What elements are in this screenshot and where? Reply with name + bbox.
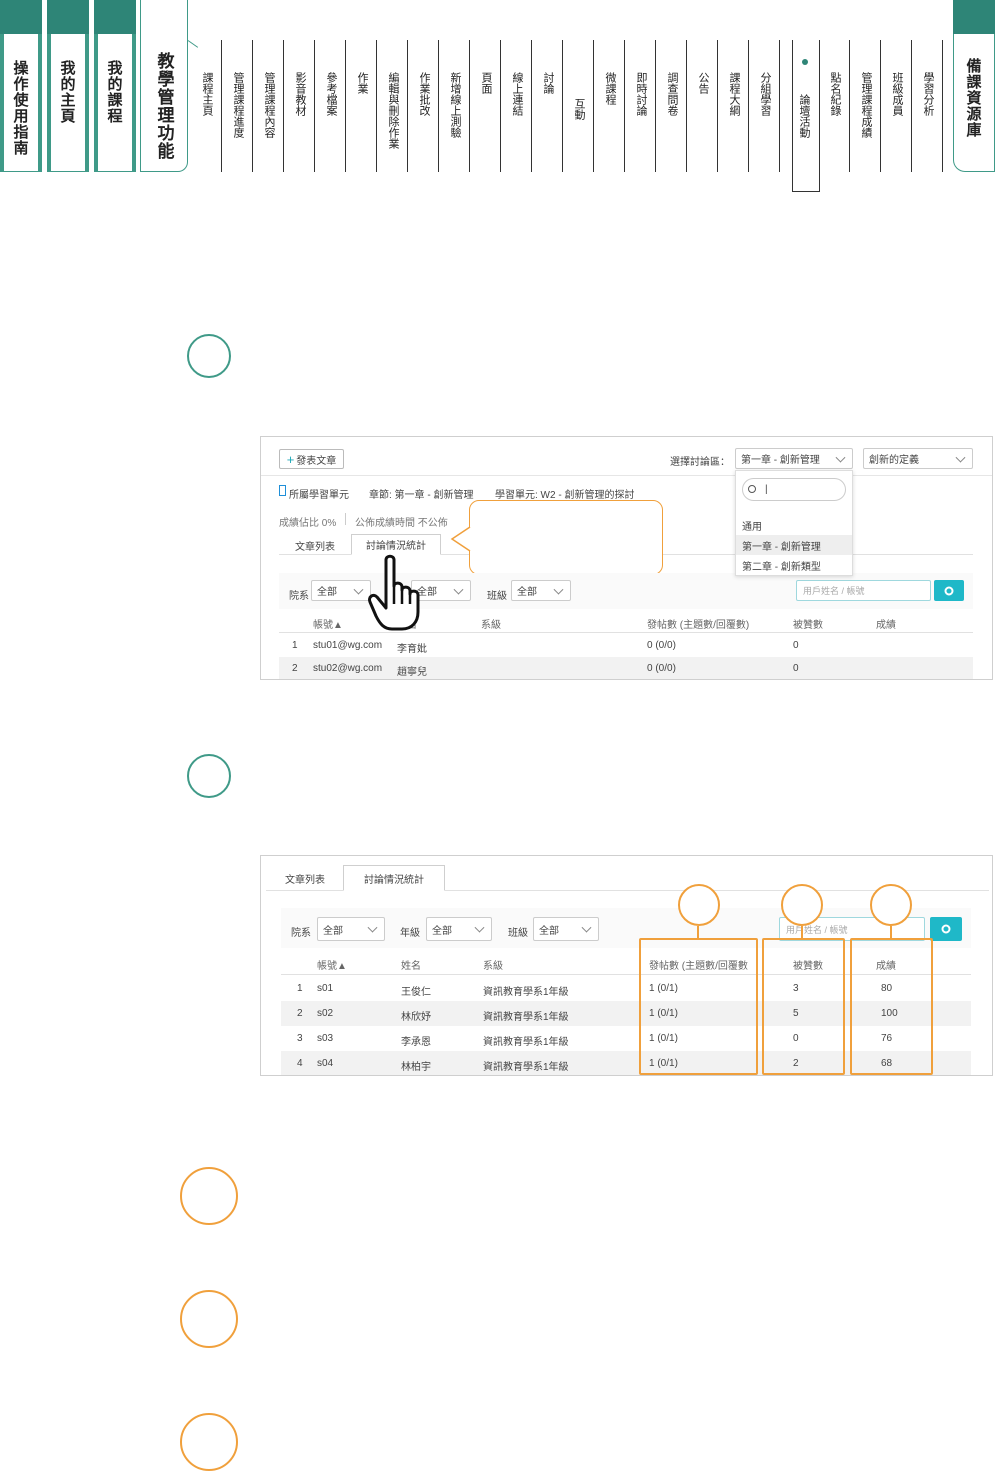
- sub-nav-page[interactable]: 頁面: [477, 40, 501, 172]
- search-button[interactable]: [934, 580, 964, 601]
- callout-ring-posts: [678, 884, 720, 926]
- chevron-down-icon: [835, 452, 846, 463]
- step-marker-3: [180, 1167, 238, 1225]
- chevron-down-icon: [474, 922, 485, 933]
- plus-icon: +: [286, 451, 295, 467]
- nav-tab-label: 備課資源庫: [964, 58, 983, 138]
- sub-nav-course-grades[interactable]: 管理課程成績: [857, 40, 881, 172]
- sub-nav-edit-assignment[interactable]: 編輯與刪除作業: [384, 40, 408, 172]
- nav-tab-label: 教學管理功能: [153, 52, 174, 160]
- sub-nav-micro-course[interactable]: 微課程: [601, 40, 625, 172]
- dept-filter-select[interactable]: 全部: [311, 580, 371, 601]
- step-marker-4: [180, 1290, 238, 1348]
- tab-article-list[interactable]: 文章列表: [271, 868, 339, 888]
- sub-nav-class-members[interactable]: 班級成員: [888, 40, 912, 172]
- step-marker-2: [187, 754, 231, 798]
- chevron-down-icon: [367, 922, 378, 933]
- sub-nav-online-link[interactable]: 線上連結: [508, 40, 532, 172]
- active-dot-icon: [802, 59, 808, 65]
- tab-discussion-stats[interactable]: 討論情況統計: [343, 865, 445, 891]
- sub-nav-video[interactable]: 影音教材: [291, 40, 315, 172]
- class-filter-select[interactable]: 全部: [533, 917, 599, 941]
- grade-filter-select[interactable]: 全部: [426, 917, 492, 941]
- sub-nav-syllabus[interactable]: 課程大綱: [725, 40, 749, 172]
- sub-nav-interaction[interactable]: 互動: [570, 40, 594, 172]
- sub-nav-course-content[interactable]: 管理課程內容: [260, 40, 284, 172]
- search-icon: [748, 485, 756, 493]
- forum-select-label: 選擇討論區：: [670, 457, 730, 468]
- dropdown-option[interactable]: 通用: [736, 515, 852, 535]
- search-button[interactable]: [930, 917, 962, 941]
- dropdown-option[interactable]: 第一章 - 創新管理: [736, 535, 852, 555]
- callout-pointer: [450, 526, 471, 552]
- sub-nav-course-home[interactable]: 課程主頁: [198, 40, 222, 172]
- nav-tab-my-courses[interactable]: 我的課程: [94, 0, 136, 172]
- class-filter-select[interactable]: 全部: [511, 580, 571, 601]
- sub-nav-course-progress[interactable]: 管理課程進度: [229, 40, 253, 172]
- chevron-down-icon: [453, 584, 464, 595]
- grade-ratio: 成績佔比 0%: [279, 518, 337, 529]
- search-icon: [944, 586, 954, 595]
- nav-tab-user-guide[interactable]: 操作使用指南: [0, 0, 42, 172]
- hand-pointer-icon: [368, 554, 420, 631]
- sub-nav-announcement[interactable]: 公告: [694, 40, 718, 172]
- sub-nav-assignment[interactable]: 作業: [353, 40, 377, 172]
- table-row[interactable]: 2 stu02@wg.com 趙寧兒 0 (0/0) 0: [279, 657, 973, 679]
- dept-filter-select[interactable]: 全部: [317, 917, 385, 941]
- callout-ring-likes: [781, 884, 823, 926]
- dropdown-option[interactable]: 第二章 - 創新類型: [736, 555, 852, 575]
- nav-tab-resource-library[interactable]: 備課資源庫: [953, 0, 995, 172]
- sub-nav-group-learning[interactable]: 分組學習: [756, 40, 780, 172]
- divider: [261, 475, 992, 476]
- table-row[interactable]: 1 stu01@wg.com 李育妣 0 (0/0) 0: [279, 634, 973, 657]
- nav-tab-label: 我的主頁: [58, 60, 77, 124]
- publish-time: 公佈成績時間 不公佈: [355, 518, 448, 529]
- user-search-input[interactable]: 用戶姓名 / 帳號: [796, 580, 931, 601]
- book-icon: [279, 485, 286, 496]
- nav-tab-label: 操作使用指南: [11, 60, 30, 156]
- sub-nav-survey[interactable]: 調查問卷: [663, 40, 687, 172]
- topic-select[interactable]: 創新的定義: [863, 448, 973, 469]
- sub-nav-live-discussion[interactable]: 即時討論: [632, 40, 656, 172]
- forum-screenshot-1: + 發表文章 選擇討論區： 第一章 - 創新管理 創新的定義 所屬學習單元 章節…: [260, 436, 993, 680]
- sub-nav-forum-activity[interactable]: 論壇活動: [792, 40, 820, 192]
- forum-dropdown-menu: | 通用 第一章 - 創新管理 第二章 - 創新類型: [735, 470, 853, 576]
- sub-nav-grading[interactable]: 作業批改: [415, 40, 439, 172]
- sub-nav-learning-analytics[interactable]: 學習分析: [919, 40, 943, 172]
- callout-box: [469, 500, 663, 575]
- tab-article-list[interactable]: 文章列表: [283, 536, 347, 554]
- nav-tab-teaching-management[interactable]: 教學管理功能: [140, 0, 188, 172]
- search-icon: [941, 924, 951, 934]
- sub-nav-attendance[interactable]: 點名紀錄: [826, 40, 850, 172]
- forum-select[interactable]: 第一章 - 創新管理: [735, 448, 853, 469]
- chevron-down-icon: [581, 922, 592, 933]
- step-marker-1: [187, 334, 231, 378]
- sub-nav-online-quiz[interactable]: 新增線上測驗: [446, 40, 470, 172]
- forum-screenshot-2: 文章列表 討論情況統計 院系 全部 年級 全部 班級 全部 用戶姓名 / 帳號 …: [260, 855, 993, 1076]
- post-article-button[interactable]: + 發表文章: [279, 449, 344, 469]
- sub-nav-discussion[interactable]: 討論: [539, 40, 563, 172]
- sub-nav-reference-files[interactable]: 參考檔案: [322, 40, 346, 172]
- chevron-down-icon: [353, 584, 364, 595]
- chevron-down-icon: [955, 452, 966, 463]
- dropdown-search-input[interactable]: |: [742, 478, 846, 501]
- highlight-posts-column: [639, 938, 758, 1075]
- nav-tab-my-home[interactable]: 我的主頁: [47, 0, 89, 172]
- callout-ring-score: [870, 884, 912, 926]
- nav-tab-label: 我的課程: [105, 60, 124, 124]
- highlight-score-column: [850, 938, 933, 1075]
- highlight-likes-column: [762, 938, 845, 1075]
- step-marker-5: [180, 1413, 238, 1471]
- chevron-down-icon: [553, 584, 564, 595]
